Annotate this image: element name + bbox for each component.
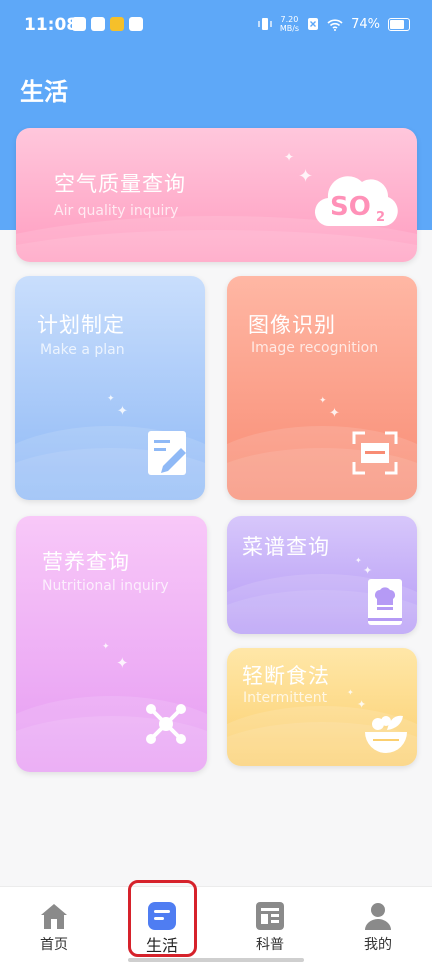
message-notification-icon [129, 17, 143, 31]
battery-icon [388, 17, 410, 31]
image-recognition-title: 图像识别 [248, 313, 336, 337]
app-notification-icon [72, 17, 86, 31]
article-icon [256, 902, 284, 930]
status-bar: 11:08 7.20 MB/s 74% [0, 0, 432, 52]
nutrition-inquiry-card[interactable]: 营养查询 Nutritional inquiry ✦ ✦ [16, 516, 207, 772]
make-plan-card[interactable]: 计划制定 Make a plan ✦ ✦ [15, 276, 205, 500]
notification-icons [72, 17, 143, 31]
nav-item-mine[interactable]: 我的 [324, 887, 432, 965]
news-notification-icon [110, 17, 124, 31]
nav-label-home: 首页 [40, 937, 68, 953]
recipe-inquiry-card[interactable]: 菜谱查询 ✦ ✦ [227, 516, 417, 634]
air-quality-title: 空气质量查询 [54, 172, 186, 196]
video-notification-icon [91, 17, 105, 31]
home-icon [41, 904, 67, 929]
battery-percent: 74% [351, 16, 380, 32]
sparkle-icon: ✦ [107, 394, 115, 404]
sparkle-icon: ✦ [363, 564, 373, 577]
so2-cloud-icon: SO 2 [314, 166, 398, 232]
sim-off-icon [308, 18, 319, 30]
nutrition-subtitle: Nutritional inquiry [42, 578, 169, 594]
sparkle-icon: ✦ [117, 404, 128, 419]
image-recognition-subtitle: Image recognition [251, 340, 379, 356]
sparkle-icon: ✦ [355, 556, 362, 565]
page-title: 生活 [20, 78, 68, 106]
sparkle-icon: ✦ [116, 654, 129, 672]
status-time: 11:08 [24, 15, 79, 35]
sparkle-icon: ✦ [319, 396, 327, 406]
sparkle-icon: ✦ [357, 698, 367, 711]
wifi-icon [327, 18, 343, 31]
nav-label-science: 科普 [256, 937, 284, 953]
network-speed: 7.20 MB/s [280, 15, 299, 33]
vibrate-icon [258, 18, 272, 30]
user-icon [365, 903, 391, 930]
nutrition-title: 营养查询 [42, 550, 130, 574]
make-plan-title: 计划制定 [37, 313, 125, 337]
bottom-navigation: 首页 生活 科普 我的 [0, 886, 432, 965]
sparkle-icon: ✦ [298, 166, 314, 187]
air-quality-card[interactable]: 空气质量查询 Air quality inquiry ✦ ✦ SO 2 [16, 128, 417, 262]
edit-note-icon [148, 431, 186, 475]
so2-text: SO [330, 192, 371, 222]
nav-label-mine: 我的 [364, 937, 392, 953]
fasting-subtitle: Intermittent [243, 690, 328, 706]
nav-item-home[interactable]: 首页 [0, 887, 108, 965]
recipe-book-icon [368, 579, 402, 625]
make-plan-subtitle: Make a plan [40, 342, 125, 358]
net-speed-unit: MB/s [279, 24, 300, 33]
selection-highlight [128, 880, 197, 957]
salad-bowl-icon [365, 715, 407, 753]
net-speed-value: 7.20 [280, 15, 299, 24]
so2-subscript: 2 [376, 210, 386, 225]
molecule-icon [146, 704, 186, 744]
sparkle-icon: ✦ [347, 688, 354, 697]
intermittent-fasting-card[interactable]: 轻断食法 Intermittent ✦ ✦ [227, 648, 417, 766]
air-quality-subtitle: Air quality inquiry [54, 203, 179, 219]
home-indicator[interactable] [128, 958, 304, 962]
system-status: 7.20 MB/s 74% [258, 15, 410, 33]
recipe-title: 菜谱查询 [242, 535, 330, 559]
image-recognition-card[interactable]: 图像识别 Image recognition ✦ ✦ [227, 276, 417, 500]
sparkle-icon: ✦ [329, 406, 340, 421]
nav-item-science[interactable]: 科普 [216, 887, 324, 965]
fasting-title: 轻断食法 [242, 664, 330, 688]
scan-icon [352, 431, 398, 475]
sparkle-icon: ✦ [284, 150, 295, 164]
sparkle-icon: ✦ [102, 642, 110, 652]
